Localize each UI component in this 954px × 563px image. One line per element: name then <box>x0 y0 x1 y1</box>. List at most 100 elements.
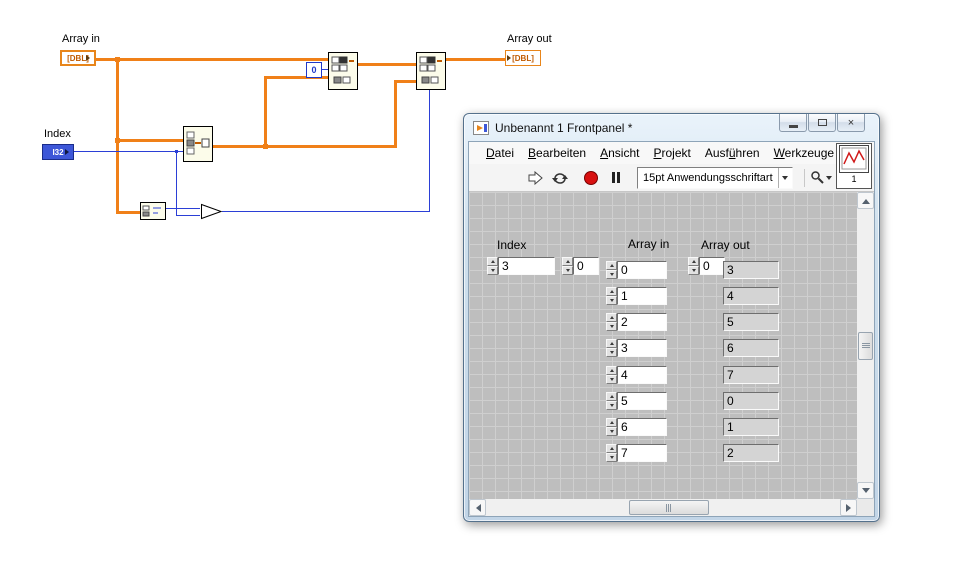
increment-icon[interactable] <box>606 261 617 270</box>
increment-icon[interactable] <box>562 257 573 266</box>
wire-index-branch[interactable] <box>176 151 177 216</box>
array-in-field[interactable]: 1 <box>617 287 667 305</box>
increment-icon[interactable] <box>606 313 617 322</box>
minimize-button[interactable] <box>779 114 807 132</box>
horizontal-scroll-thumb[interactable] <box>629 500 709 515</box>
increment-icon[interactable] <box>606 392 617 401</box>
wire-to-array-out[interactable] <box>446 58 505 61</box>
array-out-index-display[interactable]: 0 <box>688 257 725 275</box>
increment-icon[interactable] <box>606 444 617 453</box>
decrement-icon[interactable] <box>606 427 617 436</box>
menu-werkzeuge[interactable]: Werkzeuge <box>767 144 841 162</box>
element-spinner[interactable] <box>606 287 617 305</box>
increment-icon[interactable] <box>606 418 617 427</box>
menu-bearbeiten[interactable]: Bearbeiten <box>521 144 593 162</box>
array-in-index-display[interactable]: 0 <box>562 257 599 275</box>
menu-datei[interactable]: Datei <box>479 144 521 162</box>
wire-up-to-node-c-int[interactable] <box>429 90 430 212</box>
array-in-element-4[interactable]: 4 <box>606 366 667 384</box>
wire-index-to-triangle[interactable] <box>176 215 200 216</box>
chevron-down-icon[interactable] <box>777 167 792 188</box>
wire-subset-right[interactable] <box>264 145 397 148</box>
wire-up-to-node-c[interactable] <box>394 80 397 148</box>
array-in-index-field[interactable]: 0 <box>573 257 599 275</box>
array-function-node-b[interactable] <box>328 52 358 95</box>
array-in-index-spinner[interactable] <box>562 257 573 275</box>
array-size-node[interactable] <box>140 202 166 225</box>
element-spinner[interactable] <box>606 313 617 331</box>
decrement-icon[interactable] <box>606 296 617 305</box>
pause-button[interactable] <box>604 167 627 188</box>
array-in-element-2[interactable]: 2 <box>606 313 667 331</box>
wire-node-b-to-c[interactable] <box>358 63 416 66</box>
array-in-field[interactable]: 6 <box>617 418 667 436</box>
vi-icon[interactable]: 1 <box>836 143 872 189</box>
menu-projekt[interactable]: Projekt <box>646 144 697 162</box>
wire-triangle-out[interactable] <box>222 211 430 212</box>
index-control[interactable]: 3 <box>487 257 555 275</box>
decrement-icon[interactable] <box>606 401 617 410</box>
element-spinner[interactable] <box>606 339 617 357</box>
array-in-terminal[interactable]: [DBL] <box>60 50 96 66</box>
array-out-index-spinner[interactable] <box>688 257 699 275</box>
array-in-element-1[interactable]: 1 <box>606 287 667 305</box>
decrement-icon[interactable] <box>606 375 617 384</box>
scroll-left-button[interactable] <box>469 499 486 516</box>
wire-array-to-size[interactable] <box>116 211 140 214</box>
vertical-scroll-thumb[interactable] <box>858 332 873 360</box>
decrement-icon[interactable] <box>606 348 617 357</box>
wire-subset-out[interactable] <box>213 145 268 148</box>
run-button[interactable] <box>523 167 546 188</box>
horizontal-scrollbar[interactable] <box>469 499 857 516</box>
array-in-element-5[interactable]: 5 <box>606 392 667 410</box>
font-selector[interactable]: 15pt Anwendungsschriftart <box>637 166 793 189</box>
increment-icon[interactable] <box>606 339 617 348</box>
decrement-icon[interactable] <box>487 266 498 275</box>
decrement-icon[interactable] <box>606 270 617 279</box>
wire-size-to-triangle[interactable] <box>166 208 200 209</box>
run-continuous-button[interactable] <box>548 167 571 188</box>
decrement-icon[interactable] <box>688 266 699 275</box>
decrement-icon[interactable] <box>606 453 617 462</box>
menu-ausfuehren[interactable]: Ausführen <box>698 144 767 162</box>
array-in-field[interactable]: 3 <box>617 339 667 357</box>
scroll-right-button[interactable] <box>840 499 857 516</box>
increment-icon[interactable] <box>487 257 498 266</box>
labview-app-icon[interactable] <box>473 120 489 135</box>
vertical-scrollbar[interactable] <box>857 192 874 499</box>
increment-node[interactable] <box>200 203 224 225</box>
close-button[interactable]: × <box>837 114 865 132</box>
index-terminal[interactable]: I32 <box>42 144 74 160</box>
wire-array-to-subset[interactable] <box>116 139 183 142</box>
array-in-field[interactable]: 7 <box>617 444 667 462</box>
decrement-icon[interactable] <box>606 322 617 331</box>
abort-button[interactable] <box>579 167 602 188</box>
decrement-icon[interactable] <box>562 266 573 275</box>
array-subset-node[interactable] <box>183 126 213 167</box>
maximize-button[interactable] <box>808 114 836 132</box>
array-function-node-c[interactable] <box>416 52 446 95</box>
numeric-constant[interactable]: 0 <box>306 62 322 78</box>
wire-index-main[interactable] <box>74 151 183 152</box>
increment-icon[interactable] <box>688 257 699 266</box>
increment-icon[interactable] <box>606 366 617 375</box>
array-out-index-field[interactable]: 0 <box>699 257 725 275</box>
array-in-field[interactable]: 2 <box>617 313 667 331</box>
element-spinner[interactable] <box>606 418 617 436</box>
wire-into-node-c[interactable] <box>394 80 416 83</box>
array-out-terminal[interactable]: [DBL] <box>505 50 541 66</box>
array-in-field[interactable]: 0 <box>617 261 667 279</box>
array-in-element-0[interactable]: 0 <box>606 261 667 279</box>
array-in-element-7[interactable]: 7 <box>606 444 667 462</box>
index-value-field[interactable]: 3 <box>498 257 555 275</box>
array-in-element-3[interactable]: 3 <box>606 339 667 357</box>
wire-subset-up[interactable] <box>264 76 267 148</box>
align-search-button[interactable] <box>810 167 833 188</box>
array-in-element-6[interactable]: 6 <box>606 418 667 436</box>
index-spinner[interactable] <box>487 257 498 275</box>
wire-array-branch-vertical[interactable] <box>116 58 119 214</box>
scroll-down-button[interactable] <box>857 482 874 499</box>
element-spinner[interactable] <box>606 444 617 462</box>
menu-ansicht[interactable]: Ansicht <box>593 144 646 162</box>
title-bar[interactable]: Unbenannt 1 Frontpanel * × <box>464 114 879 141</box>
